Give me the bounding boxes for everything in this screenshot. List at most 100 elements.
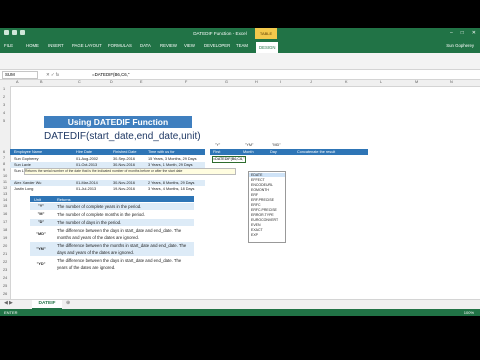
column-header[interactable]: N — [450, 80, 453, 84]
autocomplete-item[interactable]: ERFC.PRECISE — [251, 208, 277, 212]
autocomplete-item[interactable]: EFFECT — [251, 178, 265, 182]
row-header[interactable]: 22 — [3, 260, 7, 264]
column-header[interactable]: A — [16, 80, 19, 84]
table-row[interactable]: Alex Xander Wu 01-Mar-2014 30-Nov-2016 2… — [10, 180, 205, 186]
tab-insert[interactable]: INSERT — [48, 43, 64, 48]
row-header[interactable]: 4 — [3, 111, 5, 115]
column-header[interactable]: M — [415, 80, 418, 84]
autocomplete-item[interactable]: ERF — [251, 193, 258, 197]
tab-review[interactable]: REVIEW — [160, 43, 177, 48]
cell[interactable]: 01-Jul-2013 — [76, 187, 96, 191]
autocomplete-item[interactable]: ERROR.TYPE — [251, 213, 274, 217]
autocomplete-item[interactable]: EXP — [251, 233, 258, 237]
autocomplete-item[interactable]: EUROCONVERT — [251, 218, 278, 222]
cell[interactable]: Alex Xander Wu — [14, 181, 41, 185]
row-header[interactable]: 16 — [3, 212, 7, 216]
column-header[interactable]: F — [185, 80, 187, 84]
tab-data[interactable]: DATA — [140, 43, 151, 48]
column-header[interactable]: G — [225, 80, 228, 84]
tab-home[interactable]: HOME — [26, 43, 39, 48]
cell[interactable]: 30-Nov-2016 — [113, 163, 135, 167]
worksheet[interactable]: Using DATEDIF Function DATEDIF(start_dat… — [10, 86, 480, 312]
redo-icon[interactable] — [20, 30, 25, 35]
zoom-level[interactable]: 100% — [464, 310, 474, 315]
formula-input[interactable]: =DATEDIF(B6,C6," — [92, 72, 129, 77]
fx-icon[interactable]: ✕ ✓ fx — [46, 72, 59, 78]
cell[interactable]: Justin Long — [14, 187, 33, 191]
autocomplete-item[interactable]: EOMONTH — [251, 188, 269, 192]
autocomplete-item[interactable]: ERF.PRECISE — [251, 198, 274, 202]
row-header[interactable]: 9 — [3, 168, 5, 172]
column-header[interactable]: D — [110, 80, 113, 84]
row-header[interactable]: 8 — [3, 162, 5, 166]
autocomplete-item[interactable]: ERFC — [251, 203, 261, 207]
column-header[interactable]: C — [78, 80, 81, 84]
cell[interactable]: 01-Oct-2013 — [76, 163, 97, 167]
cell[interactable]: 30-Nov-2016 — [113, 181, 135, 185]
cell[interactable]: 3 Years, 4 Months, 18 Days — [148, 187, 194, 191]
column-header[interactable]: I — [280, 80, 281, 84]
row-header[interactable]: 23 — [3, 268, 7, 272]
tab-formulas[interactable]: FORMULAS — [108, 43, 132, 48]
cell[interactable]: 15 Years, 3 Months, 29 Days — [148, 157, 197, 161]
sheet-nav-arrows[interactable]: ◀ ▶ — [4, 301, 13, 306]
name-box[interactable]: SUM — [2, 71, 38, 79]
row-header[interactable]: 3 — [3, 103, 5, 107]
row-header[interactable]: 18 — [3, 228, 7, 232]
table-row[interactable]: Sun Gopherey 01-Aug-2002 30-Sep-2016 15 … — [10, 156, 205, 162]
row-header[interactable]: 21 — [3, 252, 7, 256]
cell[interactable]: 01-Aug-2002 — [76, 157, 98, 161]
row-header[interactable]: 15 — [3, 204, 7, 208]
column-header[interactable]: B — [40, 80, 43, 84]
minimize-button[interactable]: – — [450, 30, 453, 36]
column-header[interactable]: H — [255, 80, 258, 84]
column-header[interactable]: L — [380, 80, 382, 84]
row-header[interactable]: 14 — [3, 198, 7, 202]
row-header[interactable]: 19 — [3, 236, 7, 240]
row-header[interactable]: 25 — [3, 284, 7, 288]
column-header[interactable]: K — [345, 80, 348, 84]
row-header[interactable]: 13 — [3, 192, 7, 196]
tab-developer[interactable]: DEVELOPER — [204, 43, 230, 48]
undo-icon[interactable] — [12, 30, 17, 35]
table-row[interactable]: Justin Long 01-Jul-2013 19-Nov-2016 3 Ye… — [10, 186, 205, 192]
add-sheet-icon[interactable]: ⊕ — [66, 301, 70, 306]
tab-team[interactable]: TEAM — [236, 43, 248, 48]
cell[interactable]: Sun Lavie — [14, 163, 31, 167]
row-header[interactable]: 5 — [3, 119, 5, 123]
autocomplete-item[interactable]: EXACT — [251, 228, 263, 232]
cell[interactable]: 2 Years, 8 Months, 29 Days — [148, 181, 194, 185]
row-header[interactable]: 12 — [3, 186, 7, 190]
row-header[interactable]: 2 — [3, 95, 5, 99]
cell[interactable]: 01-Mar-2014 — [76, 181, 98, 185]
row-header[interactable]: 17 — [3, 220, 7, 224]
tab-view[interactable]: VIEW — [184, 43, 195, 48]
cell[interactable]: 30-Sep-2016 — [113, 157, 135, 161]
save-icon[interactable] — [4, 30, 9, 35]
autocomplete-item[interactable]: ENCODEURL — [251, 183, 273, 187]
tab-design[interactable]: DESIGN — [256, 42, 279, 53]
autocomplete-list[interactable]: EDATE EFFECT ENCODEURL EOMONTH ERF ERF.P… — [248, 171, 286, 243]
autocomplete-item[interactable]: EVEN — [251, 223, 261, 227]
maximize-button[interactable]: □ — [461, 30, 464, 36]
tab-file[interactable]: FILE — [4, 43, 13, 48]
row-header[interactable]: 11 — [3, 180, 7, 184]
cell[interactable]: Sun Gopherey — [14, 157, 39, 161]
user-name[interactable]: Sun Gopherey — [446, 43, 474, 48]
active-cell-formula[interactable]: =DATEDIF(B6,C6," — [212, 156, 246, 163]
row-header[interactable]: 7 — [3, 156, 5, 160]
row-header[interactable]: 1 — [3, 87, 5, 91]
cell[interactable]: 3 Years, 1 Month, 29 Days — [148, 163, 193, 167]
close-button[interactable]: ✕ — [472, 30, 476, 36]
autocomplete-item[interactable]: EDATE — [249, 173, 285, 177]
row-header[interactable]: 26 — [3, 292, 7, 296]
row-header[interactable]: 20 — [3, 244, 7, 248]
row-header[interactable]: 24 — [3, 276, 7, 280]
cell[interactable]: 19-Nov-2016 — [113, 187, 135, 191]
row-header[interactable]: 10 — [3, 174, 7, 178]
column-header[interactable]: E — [140, 80, 143, 84]
column-header[interactable]: J — [310, 80, 312, 84]
tab-page-layout[interactable]: PAGE LAYOUT — [72, 43, 102, 48]
table-row[interactable]: Sun Lavie 01-Oct-2013 30-Nov-2016 3 Year… — [10, 162, 205, 168]
row-header[interactable]: 6 — [3, 150, 5, 154]
